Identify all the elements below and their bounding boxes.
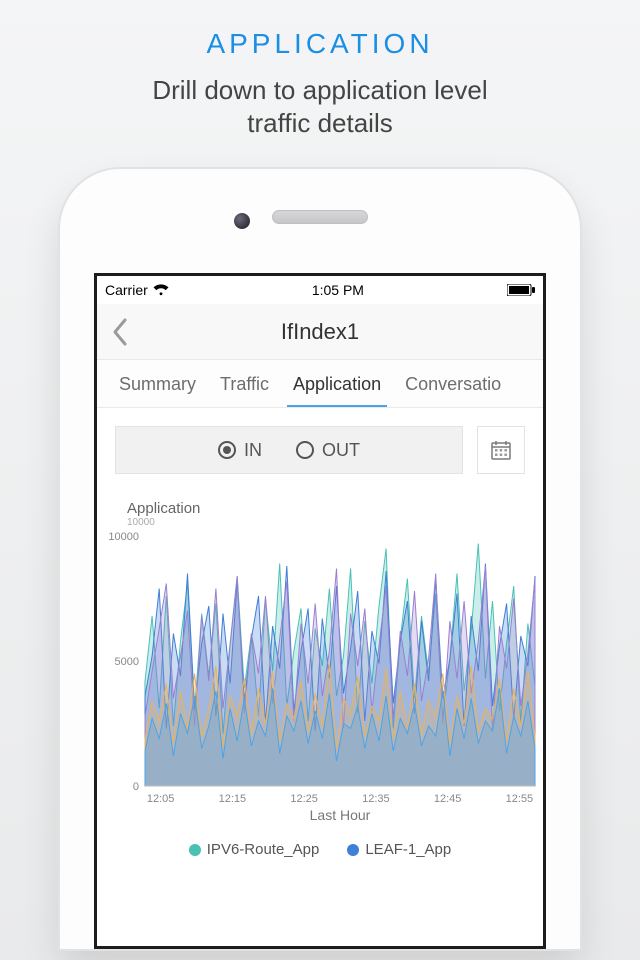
- phone-speaker: [272, 210, 368, 224]
- legend-item: LEAF-1_App: [347, 841, 451, 858]
- calendar-icon: [489, 438, 513, 462]
- phone-camera: [234, 213, 250, 229]
- svg-text:12:35: 12:35: [362, 793, 390, 805]
- tab-bar: SummaryTrafficApplicationConversatio: [97, 360, 543, 408]
- chart-area: Application 10000 0 5000 10000 12:05 12:15 12…: [97, 480, 543, 858]
- svg-text:12:15: 12:15: [219, 793, 247, 805]
- phone-screen: Carrier 1:05 PM IfIndex1 SummaryTrafficA…: [94, 273, 546, 949]
- chart-svg: 0 5000 10000 12:05 12:15 12:25 12:35 12:45 12:55…: [103, 528, 543, 828]
- phone-frame: Carrier 1:05 PM IfIndex1 SummaryTrafficA…: [60, 169, 580, 949]
- direction-toggle: IN OUT: [115, 426, 463, 474]
- promo-title: APPLICATION: [206, 28, 433, 60]
- nav-bar: IfIndex1: [97, 304, 543, 360]
- svg-text:12:05: 12:05: [147, 793, 175, 805]
- chart-title: Application: [127, 500, 537, 517]
- radio-in-label: IN: [244, 440, 262, 461]
- status-bar: Carrier 1:05 PM: [97, 276, 543, 304]
- legend-item: IPV6-Route_App: [189, 841, 320, 858]
- chart-legend: IPV6-Route_App LEAF-1_App: [103, 841, 537, 858]
- svg-text:Last Hour: Last Hour: [310, 807, 371, 823]
- carrier-label: Carrier: [105, 282, 148, 298]
- calendar-button[interactable]: [477, 426, 525, 474]
- radio-in[interactable]: IN: [218, 440, 262, 461]
- svg-text:12:45: 12:45: [434, 793, 462, 805]
- promo-subtitle: Drill down to application leveltraffic d…: [152, 74, 487, 139]
- svg-text:0: 0: [133, 781, 139, 793]
- radio-out-label: OUT: [322, 440, 360, 461]
- clock-label: 1:05 PM: [312, 282, 364, 298]
- wifi-icon: [153, 284, 169, 296]
- tab-traffic[interactable]: Traffic: [208, 360, 281, 407]
- battery-icon: [507, 284, 535, 296]
- chart-ymax: 10000: [127, 517, 537, 528]
- svg-text:12:25: 12:25: [290, 793, 318, 805]
- svg-text:5000: 5000: [115, 656, 139, 668]
- page-title: IfIndex1: [281, 319, 359, 345]
- tab-summary[interactable]: Summary: [107, 360, 208, 407]
- svg-text:12:55: 12:55: [506, 793, 534, 805]
- tab-conversatio[interactable]: Conversatio: [393, 360, 513, 407]
- radio-out[interactable]: OUT: [296, 440, 360, 461]
- svg-text:10000: 10000: [108, 531, 139, 543]
- tab-application[interactable]: Application: [281, 360, 393, 407]
- back-button[interactable]: [103, 315, 137, 349]
